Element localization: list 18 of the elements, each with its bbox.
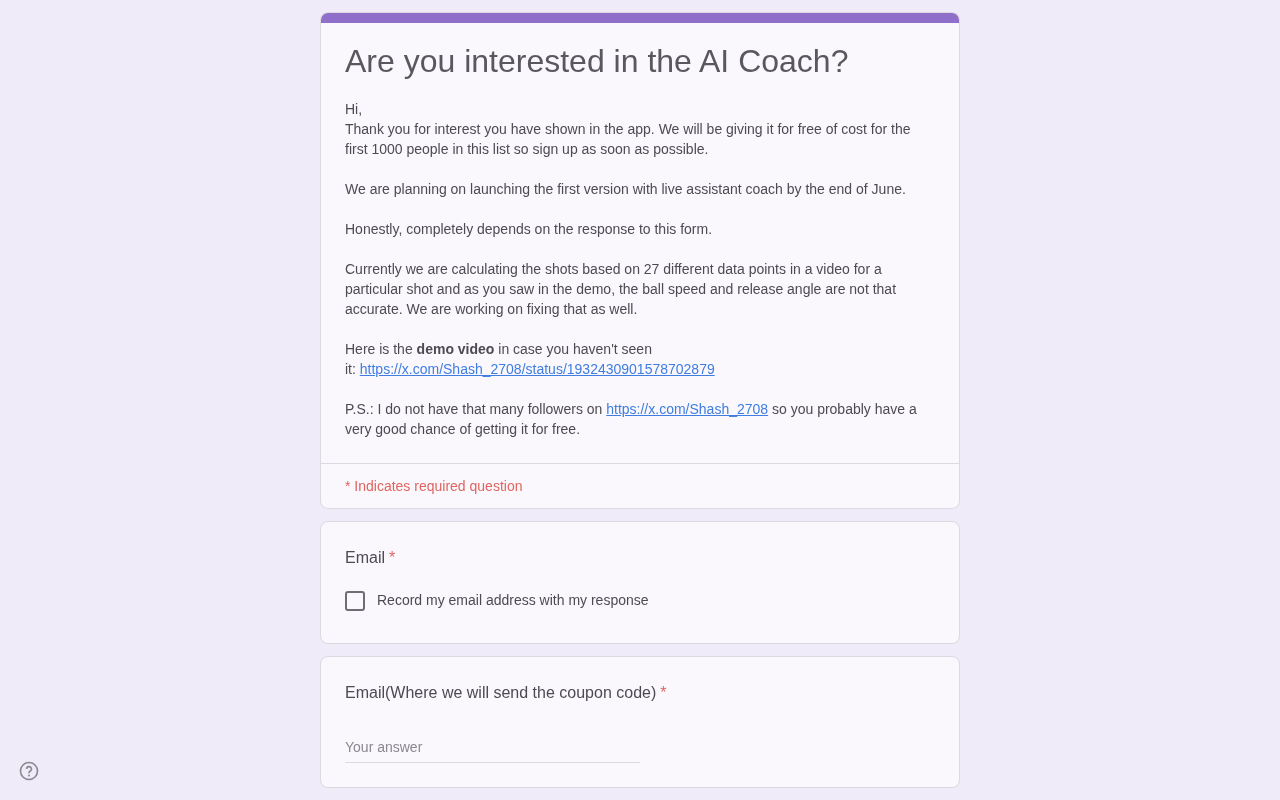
required-asterisk: * bbox=[389, 548, 396, 568]
description-paragraph: Here is the demo video in case you haven't seen it: https://x.com/Shash_2708/status/1932430901578702879 bbox=[345, 340, 716, 379]
required-note: * Indicates required question bbox=[345, 477, 524, 496]
description-paragraph: We are planning on launching the first version with live assistant coach by the end of June. bbox=[345, 180, 907, 199]
form-title: Are you interested in the AI Coach? bbox=[345, 42, 850, 81]
description-paragraph: Hi, Thank you for interest you have shown in the app. We will be giving it for free of cost for the first 1000 people in this list so sign up as soon as possible. bbox=[345, 100, 912, 159]
required-asterisk: * bbox=[660, 683, 667, 703]
link[interactable]: https://x.com/Shash_2708/status/1932430901578702879 bbox=[359, 361, 715, 377]
link[interactable]: https://x.com/Shash_2708 bbox=[606, 401, 769, 417]
answer-field[interactable]: Your answer bbox=[345, 737, 640, 763]
description-paragraph: P.S.: I do not have that many followers on https://x.com/Shash_2708 so you probably have a very good chance of getting it for free. bbox=[345, 400, 918, 439]
help-icon[interactable] bbox=[19, 761, 39, 781]
description-paragraph: Honestly, completely depends on the response to this form. bbox=[345, 220, 714, 239]
checkbox-label: Record my email address with my response bbox=[377, 591, 649, 610]
question-title: Email bbox=[345, 548, 385, 568]
question-title: Email(Where we will send the coupon code) bbox=[345, 683, 657, 703]
description-paragraph: Currently we are calculating the shots based on 27 different data points in a video for a particular shot and as you saw in the demo, the ball speed and release angle are not that accurate. We are working on fixing that as well. bbox=[345, 260, 898, 319]
checkbox[interactable] bbox=[345, 590, 365, 611]
